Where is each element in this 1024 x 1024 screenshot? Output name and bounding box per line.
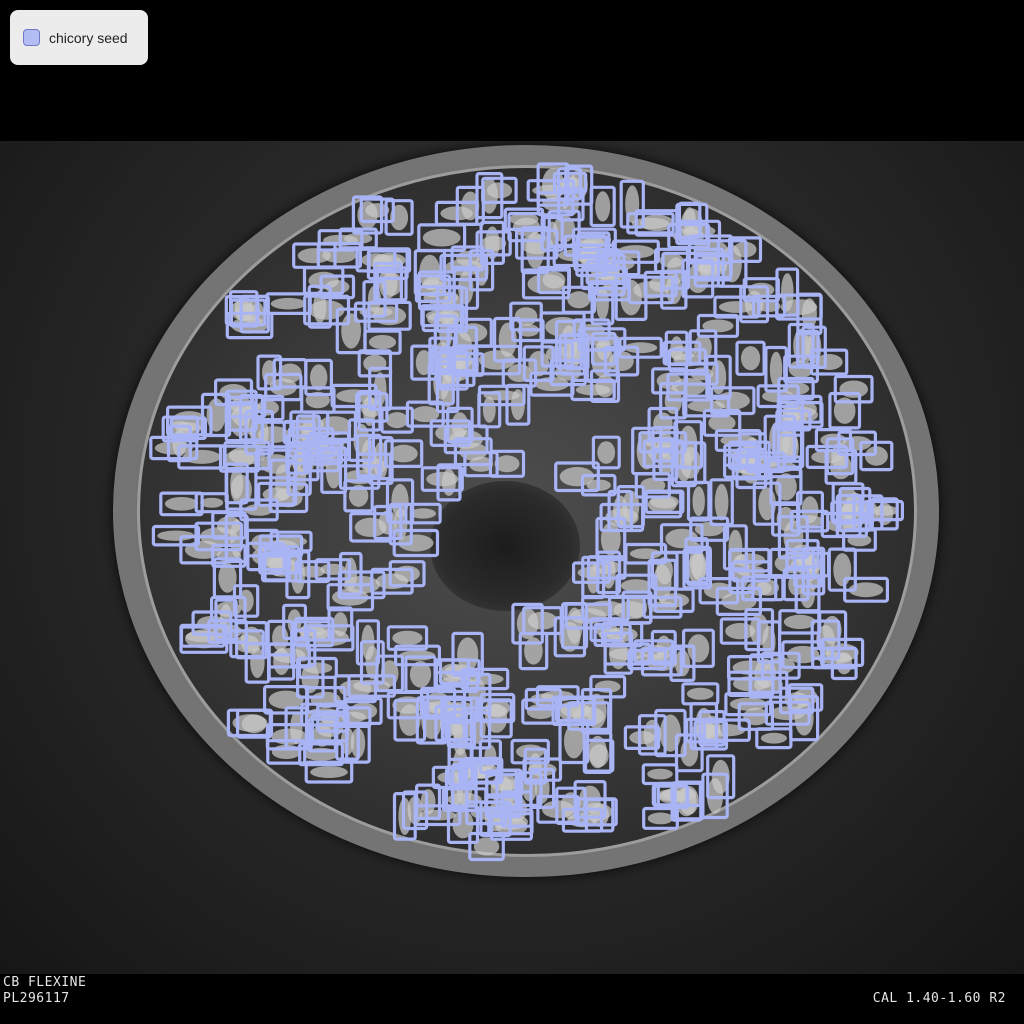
seed xyxy=(600,522,621,556)
caption-line-2: PL296117 xyxy=(3,991,70,1006)
seed xyxy=(524,637,543,665)
seed xyxy=(647,496,677,513)
caption-line-1: CB FLEXINE xyxy=(3,975,87,990)
seed xyxy=(422,228,461,247)
seed xyxy=(760,732,787,744)
seed xyxy=(621,579,652,593)
seed xyxy=(392,630,423,646)
seed xyxy=(839,380,868,398)
seed xyxy=(310,766,348,778)
seed xyxy=(741,346,761,371)
seed xyxy=(769,351,783,387)
seed xyxy=(566,607,583,644)
seed xyxy=(692,486,705,516)
seed xyxy=(270,297,307,310)
seed xyxy=(516,744,545,759)
seed xyxy=(647,812,674,825)
seed xyxy=(687,634,710,663)
seed xyxy=(349,702,378,720)
seed xyxy=(629,730,655,745)
seed xyxy=(514,307,538,326)
calibration-caption: CAL 1.40-1.60 R2 xyxy=(872,991,1006,1006)
legend: chicory seed xyxy=(10,10,148,65)
seed xyxy=(164,497,199,511)
seed xyxy=(426,471,459,487)
seed xyxy=(647,768,673,780)
seed xyxy=(686,687,714,700)
seed xyxy=(833,553,852,587)
seed xyxy=(482,396,496,423)
seed xyxy=(567,291,591,309)
seed xyxy=(595,191,611,222)
legend-swatch xyxy=(23,29,40,46)
seed xyxy=(256,400,280,416)
legend-label: chicory seed xyxy=(49,29,128,46)
seed xyxy=(368,335,397,350)
bounding-box-overlay xyxy=(149,162,905,862)
seed xyxy=(597,441,616,464)
seed xyxy=(341,313,361,349)
seed xyxy=(714,483,729,521)
seed xyxy=(386,412,409,429)
seed xyxy=(595,374,615,398)
seed xyxy=(743,707,769,726)
seed xyxy=(389,444,418,463)
seed xyxy=(589,744,609,768)
